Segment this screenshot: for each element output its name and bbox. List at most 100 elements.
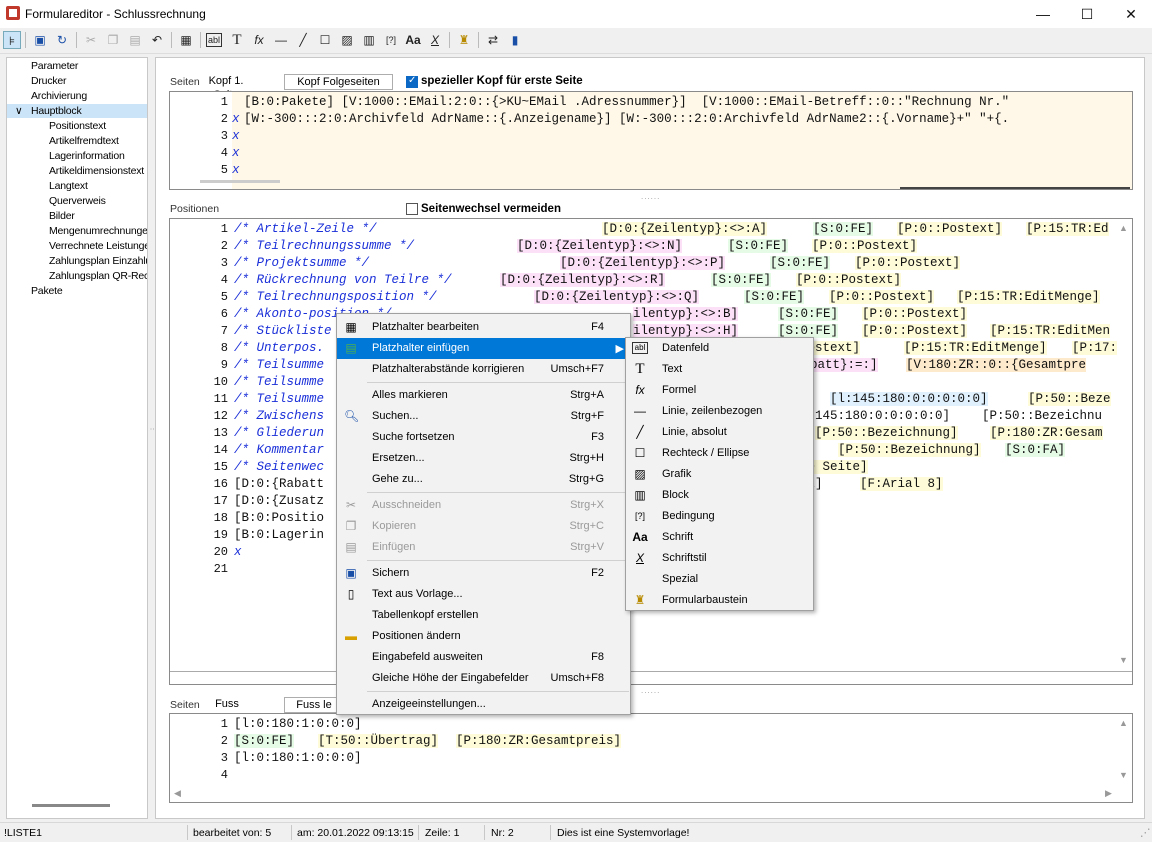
submenu-item-font-style[interactable]: X Schriftstil: [626, 548, 813, 569]
menu-item-fix-spacing[interactable]: Platzhalterabstände korrigieren Umsch+F7: [337, 359, 630, 380]
menu-item-edit-placeholder[interactable]: ▦ Platzhalter bearbeiten F4: [337, 317, 630, 338]
header-editor[interactable]: 1 2 3 4 5 [B:0:Pakete] [V:1000::EMail:2:…: [169, 91, 1133, 190]
menu-item-change-positions[interactable]: ▬ Positionen ändern: [337, 626, 630, 647]
minimize-button[interactable]: —: [1020, 0, 1066, 28]
text-icon[interactable]: T: [228, 31, 246, 49]
splitter-handle[interactable]: ......: [641, 686, 660, 695]
scroll-right-icon[interactable]: ▶: [1105, 788, 1112, 799]
tree-item-lagerinformation[interactable]: Lagerinformation: [49, 150, 125, 162]
image-icon[interactable]: ▨: [338, 31, 356, 49]
scroll-up-icon[interactable]: ▲: [1119, 223, 1128, 233]
wrap-icon[interactable]: ⇄: [484, 31, 502, 49]
cut-icon[interactable]: ✂: [82, 31, 100, 49]
sidebar-scrollbar[interactable]: [32, 804, 110, 807]
reload-icon[interactable]: ↻: [53, 31, 71, 49]
tree-item-querverweis[interactable]: Querverweis: [49, 195, 106, 207]
tree-item-parameter[interactable]: Parameter: [31, 60, 78, 72]
toolbar: ⊧ ▣ ↻ ✂ ❐ ▤ ↶ ▦ abl T fx — ╱ ☐ ▨ ▥ [?] A…: [0, 28, 1152, 54]
tree-item-drucker[interactable]: Drucker: [31, 75, 67, 87]
menu-item-search[interactable]: 🔍︎ Suchen... Strg+F: [337, 406, 630, 427]
submenu-item-rectangle[interactable]: ☐ Rechteck / Ellipse: [626, 443, 813, 464]
tree-item-mengenumrechnung[interactable]: Mengenumrechnunge: [49, 225, 147, 237]
menu-item-insert-placeholder[interactable]: ▤ Platzhalter einfügen ▶: [337, 338, 630, 359]
scroll-down-icon[interactable]: ▼: [1119, 655, 1128, 665]
submenu-item-text[interactable]: T Text: [626, 359, 813, 380]
code-token: [S:0:FE]: [813, 222, 874, 236]
tree-item-bilder[interactable]: Bilder: [49, 210, 75, 222]
submenu-item-image[interactable]: ▨ Grafik: [626, 464, 813, 485]
tree-item-zahlungsplan-qr[interactable]: Zahlungsplan QR-Rec: [49, 270, 147, 282]
menu-item-replace[interactable]: Ersetzen... Strg+H: [337, 448, 630, 469]
insert-placeholder-icon: ▤: [345, 341, 357, 355]
special-header-checkbox[interactable]: [406, 75, 418, 88]
menu-item-save[interactable]: ▣ Sichern F2: [337, 563, 630, 584]
splitter-handle[interactable]: ......: [641, 192, 660, 201]
submenu-item-block[interactable]: ▥ Block: [626, 485, 813, 506]
save-icon[interactable]: ▣: [31, 31, 49, 49]
menu-item-select-all[interactable]: Alles markieren Strg+A: [337, 385, 630, 406]
line-absolute-icon[interactable]: ╱: [294, 31, 312, 49]
tree-item-archivierung[interactable]: Archivierung: [31, 90, 87, 102]
line-row-icon[interactable]: —: [272, 31, 290, 49]
tree-item-zahlungsplan-einzahlung[interactable]: Zahlungsplan Einzahlu: [49, 255, 147, 267]
menu-item-copy[interactable]: ❐ Kopieren Strg+C: [337, 516, 630, 537]
tree-item-positionstext[interactable]: Positionstext: [49, 120, 106, 132]
submenu-item-datafield[interactable]: abl Datenfeld: [626, 338, 813, 359]
menu-item-equal-height[interactable]: Gleiche Höhe der Eingabefelder Umsch+F8: [337, 668, 630, 689]
menu-item-goto[interactable]: Gehe zu... Strg+G: [337, 469, 630, 490]
menu-item-paste[interactable]: ▤ Einfügen Strg+V: [337, 537, 630, 558]
scroll-left-icon[interactable]: ◀: [174, 788, 181, 799]
font-style-icon[interactable]: X: [426, 31, 444, 49]
menu-item-search-next[interactable]: Suche fortsetzen F3: [337, 427, 630, 448]
tree-view-icon[interactable]: ⊧: [3, 31, 21, 49]
menu-item-create-table-header[interactable]: Tabellenkopf erstellen: [337, 605, 630, 626]
maximize-button[interactable]: ☐: [1064, 0, 1110, 28]
cut-icon: ✂: [345, 498, 357, 512]
tree-expander-icon[interactable]: ∨: [15, 105, 23, 117]
undo-icon[interactable]: ↶: [148, 31, 166, 49]
code-token: [P:50::Bezeichnu: [982, 409, 1103, 423]
submenu-item-condition[interactable]: [?] Bedingung: [626, 506, 813, 527]
submenu-item-line-row[interactable]: — Linie, zeilenbezogen: [626, 401, 813, 422]
tree-item-hauptblock[interactable]: Hauptblock: [31, 105, 82, 117]
tab-footer-last[interactable]: Fuss le: [284, 697, 344, 713]
rectangle-icon[interactable]: ☐: [316, 31, 334, 49]
header-hscroll[interactable]: [200, 180, 280, 183]
submenu-item-line-absolute[interactable]: ╱ Linie, absolut: [626, 422, 813, 443]
menu-item-display-settings[interactable]: Anzeigeeinstellungen...: [337, 694, 630, 715]
submenu-item-form-module[interactable]: ♜ Formularbaustein: [626, 590, 813, 611]
close-button[interactable]: ✕: [1108, 0, 1152, 28]
copy-icon[interactable]: ❐: [104, 31, 122, 49]
tree-item-artikelfremdtext[interactable]: Artikelfremdtext: [49, 135, 119, 147]
block-icon[interactable]: ▥: [360, 31, 378, 49]
submenu-item-font[interactable]: Aa Schrift: [626, 527, 813, 548]
submenu-item-special[interactable]: Spezial: [626, 569, 813, 590]
tree-item-verrechnete-leistungen[interactable]: Verrechnete Leistunge: [49, 240, 147, 252]
preview-icon[interactable]: ▮: [506, 31, 524, 49]
code-token: [P:17:: [1072, 341, 1118, 355]
menu-item-cut[interactable]: ✂ Ausschneiden Strg+X: [337, 495, 630, 516]
tab-header-first-page[interactable]: Kopf 1. Seite: [196, 74, 256, 101]
tree-item-pakete[interactable]: Pakete: [31, 285, 63, 297]
submenu-item-formula[interactable]: fx Formel: [626, 380, 813, 401]
footer-editor[interactable]: 1234 [l:0:180:1:0:0:0] [S:0:FE] [T:50::Ü…: [169, 713, 1133, 803]
tab-header-following[interactable]: Kopf Folgeseiten: [284, 74, 393, 90]
scroll-up-icon[interactable]: ▲: [1119, 718, 1128, 728]
paste-icon[interactable]: ▤: [126, 31, 144, 49]
form-module-icon[interactable]: ♜: [455, 31, 473, 49]
edit-placeholder-icon[interactable]: ▦: [177, 31, 195, 49]
menu-item-text-from-template[interactable]: ▯ Text aus Vorlage...: [337, 584, 630, 605]
block-icon: ▥: [634, 488, 646, 502]
font-icon[interactable]: Aa: [404, 31, 422, 49]
formula-icon[interactable]: fx: [250, 31, 268, 49]
tab-footer-general[interactable]: Fuss allgemein: [196, 697, 258, 724]
tree-item-langtext[interactable]: Langtext: [49, 180, 88, 192]
resize-grip-icon[interactable]: ⋰: [1140, 827, 1151, 839]
code-token: [S:0:FE]: [744, 290, 805, 304]
tree-item-artikeldimensionstext[interactable]: Artikeldimensionstext: [49, 165, 144, 177]
avoid-pagebreak-checkbox[interactable]: [406, 203, 418, 215]
condition-icon[interactable]: [?]: [382, 31, 400, 49]
datafield-icon[interactable]: abl: [206, 33, 222, 47]
scroll-down-icon[interactable]: ▼: [1119, 770, 1128, 780]
menu-item-expand-field[interactable]: Eingabefeld ausweiten F8: [337, 647, 630, 668]
